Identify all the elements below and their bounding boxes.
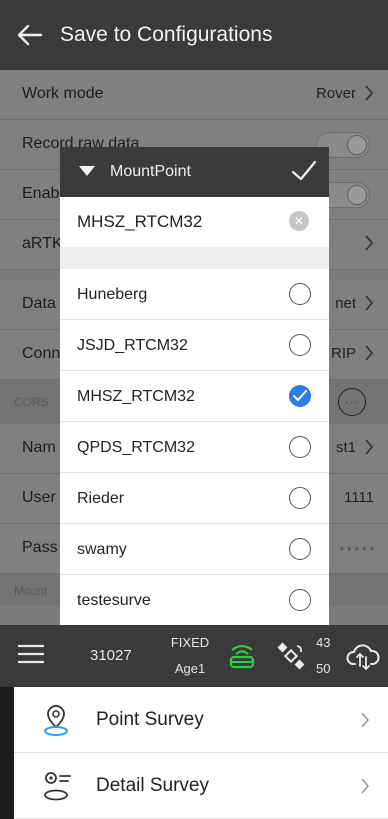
connection-label: Conn	[22, 345, 61, 362]
mountpoint-item[interactable]: Huneberg	[60, 269, 329, 320]
rover-receiver-icon[interactable]	[226, 642, 258, 672]
password-label: Pass	[22, 539, 58, 556]
mountpoint-item[interactable]: swamy	[60, 524, 329, 575]
user-label: User	[22, 489, 56, 506]
chevron-right-icon	[365, 439, 374, 455]
location-pin-icon	[44, 705, 68, 736]
dropdown-caret-icon[interactable]	[78, 164, 96, 178]
back-button[interactable]	[0, 0, 60, 70]
radio-unselected-icon[interactable]	[289, 538, 311, 560]
page-title: Save to Configurations	[60, 23, 273, 46]
clear-input-icon[interactable]: ✕	[289, 211, 309, 231]
mountpoint-list: Huneberg JSJD_RTCM32 MHSZ_RTCM32 QPDS_RT…	[60, 269, 329, 625]
data-value: net	[335, 295, 356, 312]
point-survey-label: Point Survey	[96, 709, 204, 730]
data-label: Data	[22, 295, 56, 312]
radio-unselected-icon[interactable]	[289, 589, 311, 611]
more-options-icon[interactable]: ···	[338, 388, 366, 416]
user-value: 1111	[343, 489, 374, 506]
mountpoint-name: Huneberg	[77, 286, 148, 303]
mountpoint-name: JSJD_RTCM32	[77, 337, 188, 354]
detail-survey-label: Detail Survey	[96, 775, 209, 796]
password-value: • • • • •	[339, 542, 374, 556]
toggle-knob	[347, 135, 367, 155]
confirm-check-icon[interactable]	[291, 159, 317, 183]
gnss-status-bar: 31027 FIXED Age1 43 50	[0, 625, 388, 687]
mountpoint-input[interactable]: MHSZ_RTCM32 ✕	[60, 197, 329, 247]
mountpoint-item[interactable]: testesurve	[60, 575, 329, 625]
mountpoint-item[interactable]: JSJD_RTCM32	[60, 320, 329, 371]
mount-section-label: Mount	[14, 584, 48, 598]
app-header: Save to Configurations	[0, 0, 388, 70]
satellites-total: 50	[316, 661, 331, 676]
mountpoint-name: testesurve	[77, 592, 151, 609]
work-mode-value: Rover	[315, 85, 356, 102]
hamburger-menu-icon[interactable]	[18, 643, 44, 665]
mountpoint-item[interactable]: MHSZ_RTCM32	[60, 371, 329, 422]
mountpoint-dialog: MountPoint MHSZ_RTCM32 ✕ Huneberg JSJD_R…	[60, 147, 329, 625]
chevron-right-icon	[365, 85, 374, 101]
survey-menu: Point Survey Detail Survey	[0, 687, 388, 819]
correction-age: Age1	[174, 661, 206, 676]
radio-selected-check-icon[interactable]	[289, 385, 311, 407]
chevron-right-icon	[361, 712, 369, 728]
artk-label: aRTK	[22, 235, 63, 252]
chevron-right-icon	[365, 345, 374, 361]
work-mode-row[interactable]: Work mode Rover	[0, 70, 388, 120]
cors-section-label: CORS	[14, 395, 49, 409]
name-value: st1	[335, 439, 356, 456]
mountpoint-item[interactable]: QPDS_RTCM32	[60, 422, 329, 473]
work-mode-label: Work mode	[22, 85, 104, 102]
mountpoint-input-value: MHSZ_RTCM32	[77, 212, 203, 231]
radio-unselected-icon[interactable]	[289, 283, 311, 305]
cloud-sync-icon[interactable]	[346, 641, 380, 671]
chevron-right-icon	[365, 295, 374, 311]
solution-status: FIXED	[170, 635, 210, 650]
mountpoint-name: Rieder	[77, 490, 125, 507]
dialog-divider	[60, 247, 329, 269]
connection-value: RIP	[330, 345, 356, 362]
detail-survey-item[interactable]: Detail Survey	[14, 753, 388, 819]
chevron-right-icon	[361, 778, 369, 794]
mountpoint-name: swamy	[77, 541, 127, 558]
mountpoint-item[interactable]: Rieder	[60, 473, 329, 524]
radio-unselected-icon[interactable]	[289, 436, 311, 458]
chevron-right-icon	[365, 235, 374, 251]
name-label: Nam	[22, 439, 56, 456]
left-edge-strip	[0, 687, 14, 819]
detail-survey-icon	[44, 772, 71, 801]
mountpoint-name: QPDS_RTCM32	[77, 439, 195, 456]
enable-label: Enab	[22, 185, 60, 202]
mountpoint-name: MHSZ_RTCM32	[77, 388, 195, 405]
satellite-icon[interactable]	[276, 641, 306, 671]
point-number: 31027	[90, 647, 132, 664]
back-arrow-icon	[17, 24, 43, 46]
point-survey-item[interactable]: Point Survey	[14, 687, 388, 753]
radio-unselected-icon[interactable]	[289, 334, 311, 356]
radio-unselected-icon[interactable]	[289, 487, 311, 509]
dialog-title: MountPoint	[110, 163, 191, 180]
satellites-used: 43	[316, 635, 331, 650]
toggle-knob	[347, 185, 367, 205]
dialog-header: MountPoint	[60, 147, 329, 197]
